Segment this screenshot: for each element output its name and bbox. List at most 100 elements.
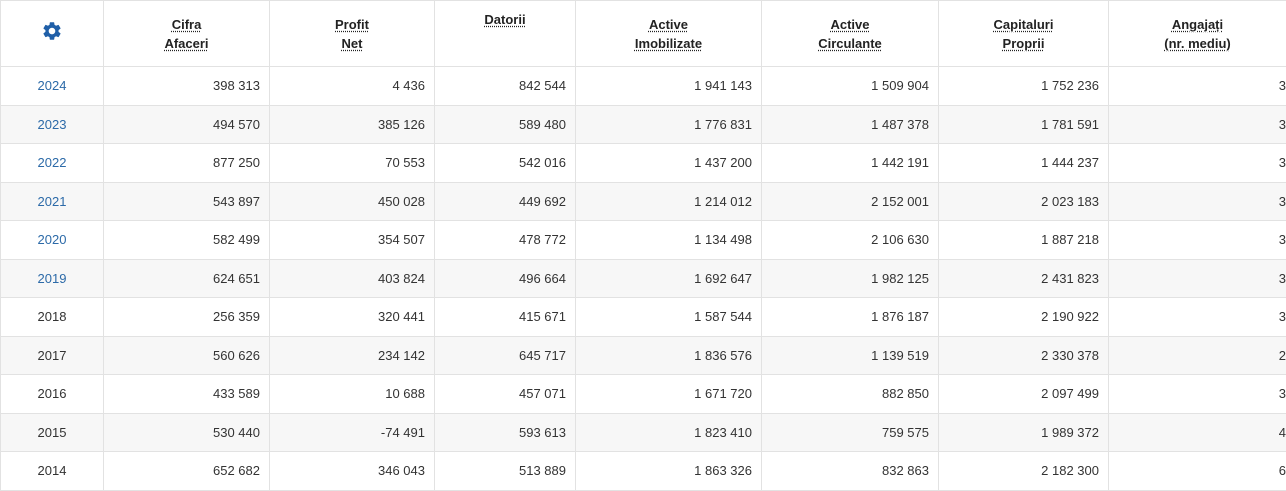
cell-cifra-afaceri: 398 313 — [104, 67, 270, 106]
year-link[interactable]: 2020 — [38, 232, 67, 247]
cell-active-circulante: 1 442 191 — [762, 144, 939, 183]
cell-angajati: 4 — [1109, 413, 1286, 452]
table-row: 2014652 682346 043513 8891 863 326832 86… — [1, 452, 1286, 491]
year-label: 2015 — [38, 425, 67, 440]
col-header-active-circulante[interactable]: ActiveCirculante — [762, 1, 939, 67]
cell-datorii: 593 613 — [435, 413, 576, 452]
year-link[interactable]: 2021 — [38, 194, 67, 209]
table-row: 2016433 58910 688457 0711 671 720882 850… — [1, 375, 1286, 414]
cell-angajati: 3 — [1109, 298, 1286, 337]
cell-datorii: 449 692 — [435, 182, 576, 221]
cell-profit-net: 10 688 — [270, 375, 435, 414]
cell-profit-net: 450 028 — [270, 182, 435, 221]
cell-active-imobilizate: 1 941 143 — [576, 67, 762, 106]
cell-active-imobilizate: 1 437 200 — [576, 144, 762, 183]
cell-cifra-afaceri: 433 589 — [104, 375, 270, 414]
year-link[interactable]: 2022 — [38, 155, 67, 170]
cell-capitaluri-proprii: 1 781 591 — [939, 105, 1109, 144]
cell-datorii: 457 071 — [435, 375, 576, 414]
table-row: 2021543 897450 028449 6921 214 0122 152 … — [1, 182, 1286, 221]
col-header-line2: Afaceri — [164, 36, 208, 51]
col-header-line2: Net — [342, 36, 363, 51]
settings-cell — [1, 1, 104, 67]
year-label: 2018 — [38, 309, 67, 324]
cell-active-imobilizate: 1 863 326 — [576, 452, 762, 491]
cell-cifra-afaceri: 652 682 — [104, 452, 270, 491]
year-cell: 2020 — [1, 221, 104, 260]
cell-angajati: 2 — [1109, 336, 1286, 375]
cell-datorii: 496 664 — [435, 259, 576, 298]
cell-profit-net: 320 441 — [270, 298, 435, 337]
year-cell: 2019 — [1, 259, 104, 298]
col-header-line1: Profit — [335, 17, 369, 32]
cell-cifra-afaceri: 624 651 — [104, 259, 270, 298]
cell-angajati: 3 — [1109, 182, 1286, 221]
cell-active-circulante: 832 863 — [762, 452, 939, 491]
year-cell: 2022 — [1, 144, 104, 183]
cell-active-circulante: 1 509 904 — [762, 67, 939, 106]
table-row: 2024 398 3134 436842 5441 941 1431 509 90… — [1, 67, 1286, 106]
col-header-active-imobilizate[interactable]: Active Imobilizate — [576, 1, 762, 67]
cell-profit-net: 385 126 — [270, 105, 435, 144]
col-header-line1: Active — [830, 17, 869, 32]
cell-datorii: 513 889 — [435, 452, 576, 491]
col-header-line1: Active — [649, 17, 688, 32]
col-header-cifra-afaceri[interactable]: Cifra Afaceri — [104, 1, 270, 67]
cell-capitaluri-proprii: 2 190 922 — [939, 298, 1109, 337]
col-header-datorii[interactable]: Datorii — [435, 1, 576, 67]
cell-cifra-afaceri: 256 359 — [104, 298, 270, 337]
year-cell: 2024 — [1, 67, 104, 106]
cell-profit-net: 354 507 — [270, 221, 435, 260]
cell-cifra-afaceri: 543 897 — [104, 182, 270, 221]
financial-data-table: Cifra Afaceri Profit Net Datorii Active Imo… — [0, 0, 1286, 491]
year-link[interactable]: 2024 — [38, 78, 67, 93]
col-header-line1: Cifra — [172, 17, 202, 32]
cell-datorii: 842 544 — [435, 67, 576, 106]
cell-angajati: 3 — [1109, 67, 1286, 106]
cell-profit-net: 403 824 — [270, 259, 435, 298]
cell-active-circulante: 2 152 001 — [762, 182, 939, 221]
cell-capitaluri-proprii: 2 330 378 — [939, 336, 1109, 375]
col-header-capitaluri-proprii[interactable]: CapitaluriProprii — [939, 1, 1109, 67]
table-row: 2019624 651403 824496 6641 692 6471 982 … — [1, 259, 1286, 298]
cell-capitaluri-proprii: 1 444 237 — [939, 144, 1109, 183]
cell-angajati: 6 — [1109, 452, 1286, 491]
cell-active-circulante: 882 850 — [762, 375, 939, 414]
gear-icon[interactable] — [41, 20, 63, 47]
col-header-line2: Imobilizate — [635, 36, 702, 51]
table-row: 2020582 499354 507478 7721 134 4982 106 … — [1, 221, 1286, 260]
cell-capitaluri-proprii: 1 752 236 — [939, 67, 1109, 106]
col-header-line2: (nr. mediu) — [1164, 36, 1230, 51]
cell-capitaluri-proprii: 2 097 499 — [939, 375, 1109, 414]
year-link[interactable]: 2019 — [38, 271, 67, 286]
cell-active-imobilizate: 1 671 720 — [576, 375, 762, 414]
year-link[interactable]: 2023 — [38, 117, 67, 132]
cell-profit-net: -74 491 — [270, 413, 435, 452]
cell-profit-net: 4 436 — [270, 67, 435, 106]
cell-angajati: 3 — [1109, 221, 1286, 260]
year-cell: 2023 — [1, 105, 104, 144]
year-cell: 2015 — [1, 413, 104, 452]
cell-active-imobilizate: 1 692 647 — [576, 259, 762, 298]
cell-cifra-afaceri: 582 499 — [104, 221, 270, 260]
col-header-profit-net[interactable]: Profit Net — [270, 1, 435, 67]
cell-active-imobilizate: 1 776 831 — [576, 105, 762, 144]
cell-active-circulante: 1 876 187 — [762, 298, 939, 337]
cell-cifra-afaceri: 530 440 — [104, 413, 270, 452]
year-cell: 2014 — [1, 452, 104, 491]
cell-angajati: 3 — [1109, 105, 1286, 144]
cell-datorii: 542 016 — [435, 144, 576, 183]
year-cell: 2021 — [1, 182, 104, 221]
cell-active-imobilizate: 1 823 410 — [576, 413, 762, 452]
table-row: 2018256 359320 441415 6711 587 5441 876 … — [1, 298, 1286, 337]
table-header-row: Cifra Afaceri Profit Net Datorii Active Imo… — [1, 1, 1286, 67]
cell-datorii: 478 772 — [435, 221, 576, 260]
cell-capitaluri-proprii: 2 023 183 — [939, 182, 1109, 221]
col-header-line1: Datorii — [484, 12, 525, 27]
cell-active-circulante: 759 575 — [762, 413, 939, 452]
cell-active-imobilizate: 1 587 544 — [576, 298, 762, 337]
col-header-angajati[interactable]: Angajați(nr. mediu) — [1109, 1, 1286, 67]
cell-capitaluri-proprii: 2 182 300 — [939, 452, 1109, 491]
cell-cifra-afaceri: 877 250 — [104, 144, 270, 183]
cell-capitaluri-proprii: 1 887 218 — [939, 221, 1109, 260]
